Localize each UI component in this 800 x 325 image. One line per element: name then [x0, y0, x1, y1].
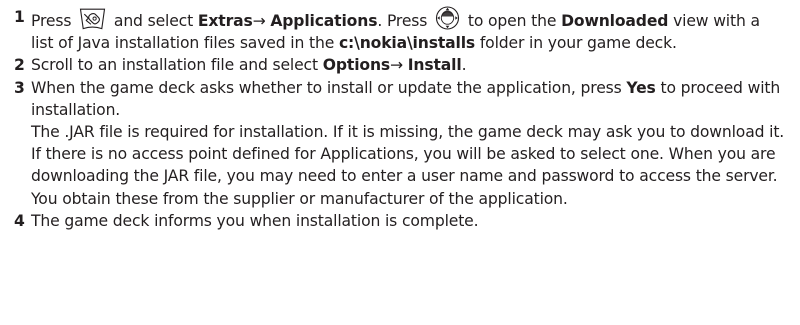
step-text: and select: [113, 12, 194, 30]
menu-path-install: Install: [407, 56, 462, 75]
menu-path-extras: Extras: [197, 12, 253, 30]
step-text: Scroll to an installation file and selec…: [31, 56, 318, 75]
arrow: →: [390, 56, 403, 75]
step-3: 3 When the game deck asks whether to ins…: [0, 77, 800, 210]
step-note: The .JAR file is required for installati…: [31, 123, 785, 208]
step-number: 3: [14, 78, 25, 97]
step-text: .: [461, 56, 467, 75]
page: { "steps": [ { "number": "1", "t1": "Pre…: [0, 0, 800, 325]
view-name: Downloaded: [561, 12, 669, 30]
menu-path-applications: Applications: [270, 12, 378, 30]
installation-steps-list: 1 Press and select Extras→ Applications.…: [0, 6, 800, 232]
step-text: to open the: [467, 12, 557, 30]
step-number: 2: [14, 56, 25, 75]
step-text: When the game deck asks whether to insta…: [31, 78, 622, 97]
step-2: 2 Scroll to an installation file and sel…: [0, 54, 800, 76]
yes-option: Yes: [626, 78, 656, 97]
arrow: →: [252, 12, 266, 30]
menu-path-options: Options: [322, 56, 391, 75]
step-4: 4 The game deck informs you when install…: [0, 210, 800, 232]
step-1: 1 Press and select Extras→ Applications.…: [0, 6, 800, 54]
step-number: 4: [14, 211, 25, 230]
step-text: Press: [31, 12, 72, 30]
step-number: 1: [14, 8, 25, 26]
menu-key-icon: [78, 8, 107, 30]
step-text: . Press: [377, 12, 428, 30]
folder-path: c:\nokia\installs: [338, 34, 476, 53]
joystick-icon: [434, 6, 461, 30]
step-text: folder in your game deck.: [479, 34, 677, 53]
step-text: The game deck informs you when installat…: [31, 211, 479, 230]
